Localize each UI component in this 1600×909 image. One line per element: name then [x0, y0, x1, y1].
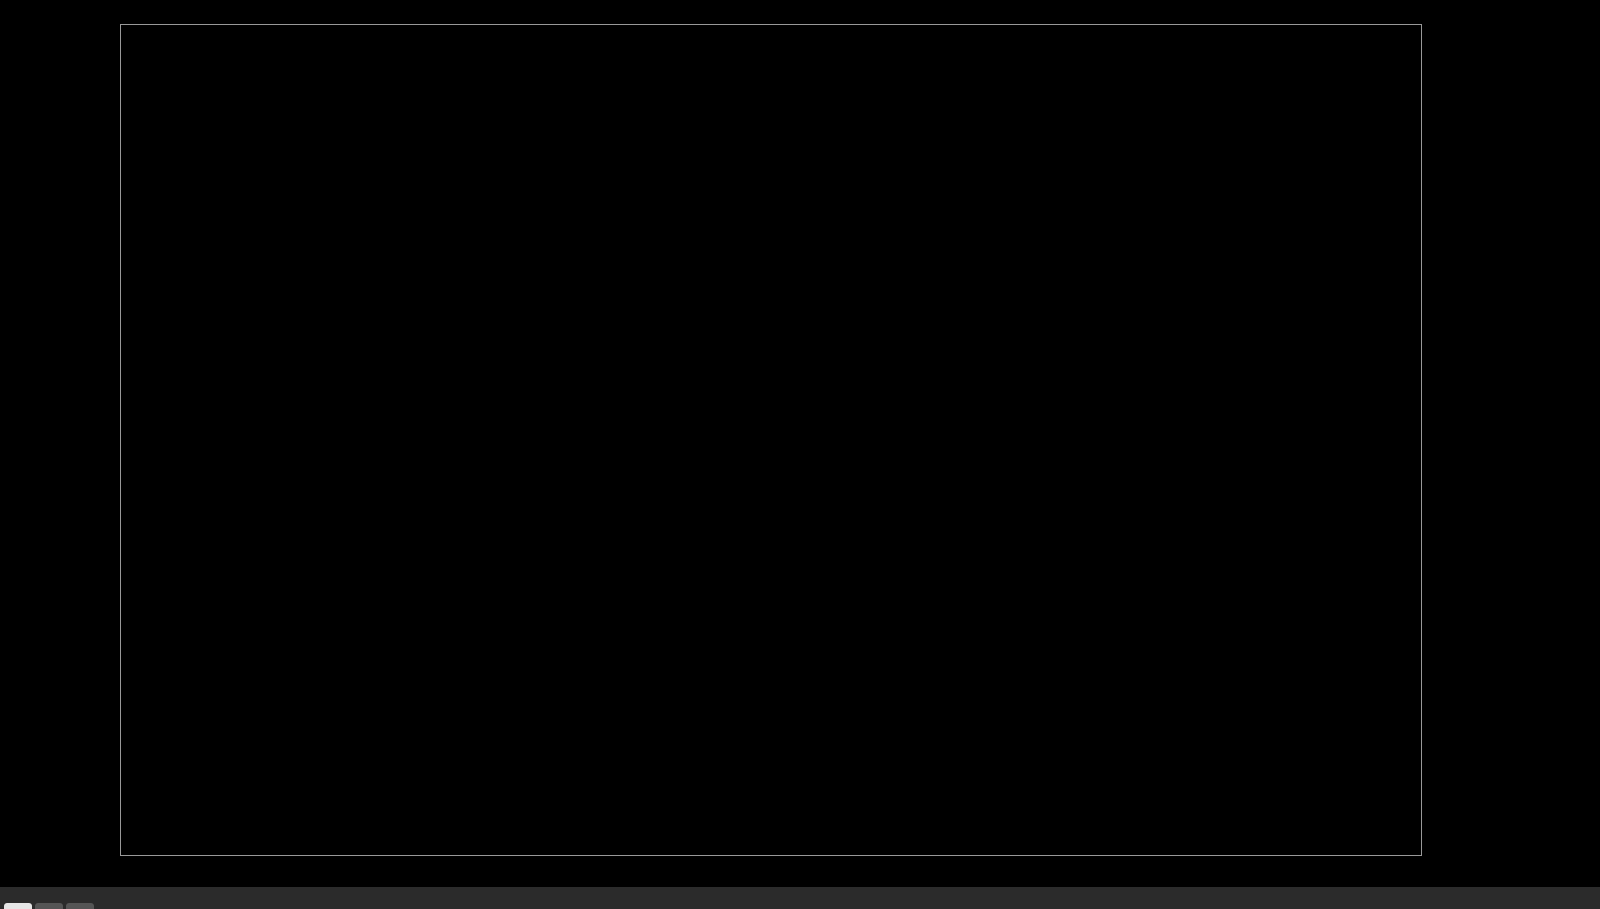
tab-layout1[interactable]	[35, 903, 63, 909]
tab-bar	[0, 887, 1600, 909]
drawing-canvas[interactable]	[0, 0, 1600, 870]
cad-svg	[0, 0, 1600, 870]
tab-model[interactable]	[4, 903, 32, 909]
tab-layout2[interactable]	[66, 903, 94, 909]
